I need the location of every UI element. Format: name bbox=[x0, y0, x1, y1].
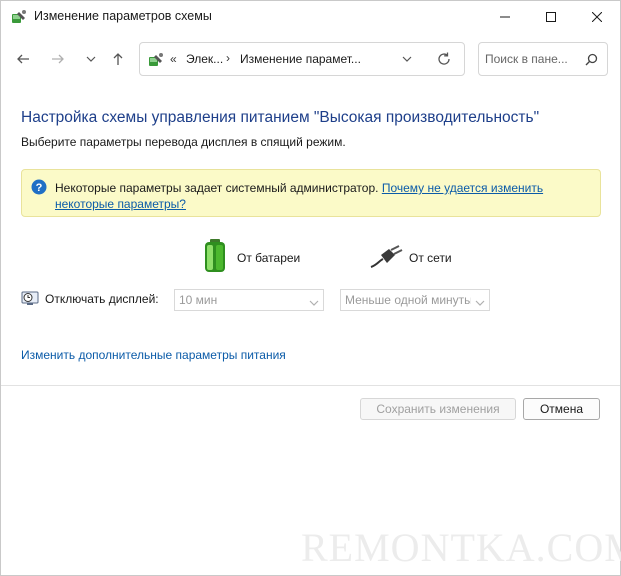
minimize-button[interactable] bbox=[482, 1, 528, 33]
advanced-power-settings-link[interactable]: Изменить дополнительные параметры питани… bbox=[21, 348, 286, 362]
title-bar: Изменение параметров схемы bbox=[1, 1, 620, 33]
arrow-right-icon bbox=[52, 54, 64, 64]
info-message: Некоторые параметры задает системный адм… bbox=[55, 180, 595, 212]
battery-icon bbox=[203, 239, 227, 276]
ac-column-header: От сети bbox=[369, 241, 479, 277]
address-bar[interactable]: « Элек... › Изменение парамет... bbox=[139, 42, 465, 76]
battery-column-header: От батареи bbox=[203, 239, 313, 275]
navigation-bar: « Элек... › Изменение парамет... bbox=[1, 33, 620, 83]
chevron-down-icon bbox=[402, 56, 412, 62]
recent-locations-button[interactable] bbox=[80, 48, 102, 70]
footer-divider bbox=[1, 385, 620, 386]
breadcrumb-overflow[interactable]: « bbox=[170, 52, 177, 66]
search-input[interactable] bbox=[485, 50, 581, 68]
page-subtitle: Выберите параметры перевода дисплея в сп… bbox=[21, 135, 346, 149]
search-icon[interactable] bbox=[585, 53, 598, 69]
chevron-down-icon bbox=[309, 296, 319, 310]
address-dropdown-button[interactable] bbox=[402, 53, 412, 67]
save-changes-button[interactable]: Сохранить изменения bbox=[360, 398, 516, 420]
arrow-up-icon bbox=[113, 53, 123, 65]
refresh-icon bbox=[438, 52, 450, 65]
chevron-down-icon bbox=[475, 296, 485, 310]
maximize-button[interactable] bbox=[528, 1, 574, 33]
power-options-app-icon bbox=[11, 9, 27, 25]
arrow-left-icon bbox=[17, 54, 29, 64]
breadcrumb-item-current[interactable]: Изменение парамет... bbox=[240, 52, 361, 66]
display-off-battery-select[interactable]: 10 мин bbox=[174, 289, 324, 311]
back-button[interactable] bbox=[12, 48, 34, 70]
search-box[interactable] bbox=[478, 42, 608, 76]
power-options-icon bbox=[148, 52, 164, 68]
info-text: Некоторые параметры задает системный адм… bbox=[55, 181, 382, 195]
cancel-button[interactable]: Отмена bbox=[523, 398, 600, 420]
display-off-ac-select[interactable]: Меньше одной минуты bbox=[340, 289, 490, 311]
forward-button[interactable] bbox=[47, 48, 69, 70]
power-plan-window: Изменение параметров схемы « Элек... › И… bbox=[0, 0, 621, 576]
refresh-button[interactable] bbox=[436, 51, 452, 70]
display-timer-icon bbox=[21, 290, 39, 309]
ac-column-label: От сети bbox=[409, 251, 452, 265]
admin-info-bar: ? Некоторые параметры задает системный а… bbox=[21, 169, 601, 217]
page-title: Настройка схемы управления питанием "Выс… bbox=[21, 109, 540, 126]
breadcrumb-separator: › bbox=[226, 51, 230, 65]
svg-text:?: ? bbox=[36, 182, 43, 194]
power-plug-icon bbox=[369, 245, 403, 272]
close-button[interactable] bbox=[574, 1, 620, 33]
window-title: Изменение параметров схемы bbox=[34, 9, 212, 23]
help-icon: ? bbox=[31, 179, 47, 195]
display-off-battery-value: 10 мин bbox=[179, 293, 218, 307]
breadcrumb-item-electro[interactable]: Элек... bbox=[186, 52, 223, 66]
turn-off-display-label: Отключать дисплей: bbox=[45, 292, 159, 306]
up-button[interactable] bbox=[107, 48, 129, 70]
chevron-down-icon bbox=[86, 56, 96, 62]
watermark: REMONTKA.COM bbox=[301, 525, 621, 570]
display-off-ac-value: Меньше одной минуты bbox=[345, 293, 471, 307]
battery-column-label: От батареи bbox=[237, 251, 301, 265]
